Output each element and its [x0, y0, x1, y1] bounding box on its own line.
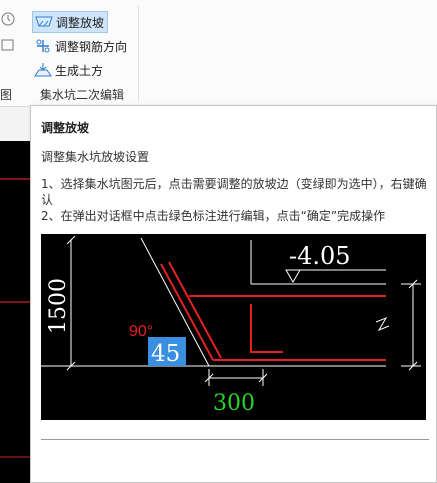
adjust-slope-label: 调整放坡	[56, 15, 105, 30]
elevation-label: -4.05	[289, 242, 351, 270]
tooltip-title: 调整放坡	[41, 121, 90, 135]
tooltip-panel: 调整放坡 调整集水坑放坡设置 1、选择集水坑图元后，点击需要调整的放坡边（变绿即…	[30, 105, 437, 483]
adjust-rebar-direction-button[interactable]: 调整钢筋方向	[32, 36, 130, 56]
tooltip-step-1: 1、选择集水坑图元后，点击需要调整的放坡边（变绿即为选中），右键确认	[41, 177, 427, 207]
ribbon-separator	[138, 6, 139, 102]
slope-adjust-icon	[35, 14, 53, 30]
rebar-direction-icon	[34, 38, 52, 54]
ribbon-left-label: 图	[0, 88, 13, 102]
generate-earthwork-label: 生成土方	[55, 63, 104, 78]
depth-label: 1500	[46, 278, 71, 334]
adjust-rebar-direction-label: 调整钢筋方向	[55, 39, 128, 54]
clock-icon[interactable]	[0, 11, 18, 27]
ribbon: 图 调整放坡 调整钢筋方向 生成土方 集水坑二次编辑	[0, 0, 437, 107]
tooltip-step-2: 2、在弹出对话框中点击绿色标注进行编辑，点击“确定”完成操作	[41, 209, 386, 223]
earthwork-icon	[34, 62, 52, 78]
tooltip-description: 1、选择集水坑图元后，点击需要调整的放坡边（变绿即为选中），右键确认 2、在弹出…	[41, 176, 431, 224]
slope-diagram: 1500 -4.05 90° 45 300 500	[41, 234, 437, 420]
adjust-slope-button[interactable]: 调整放坡	[32, 11, 109, 33]
generate-earthwork-button[interactable]: 生成土方	[32, 60, 106, 80]
ribbon-group-label: 集水坑二次编辑	[40, 88, 125, 102]
tooltip-subtitle: 调整集水坑放坡设置	[41, 150, 150, 164]
checkbox-icon[interactable]	[0, 37, 18, 53]
slope-value-label: 45	[151, 341, 180, 367]
width-label: 300	[213, 391, 255, 416]
tooltip-divider	[41, 439, 429, 440]
